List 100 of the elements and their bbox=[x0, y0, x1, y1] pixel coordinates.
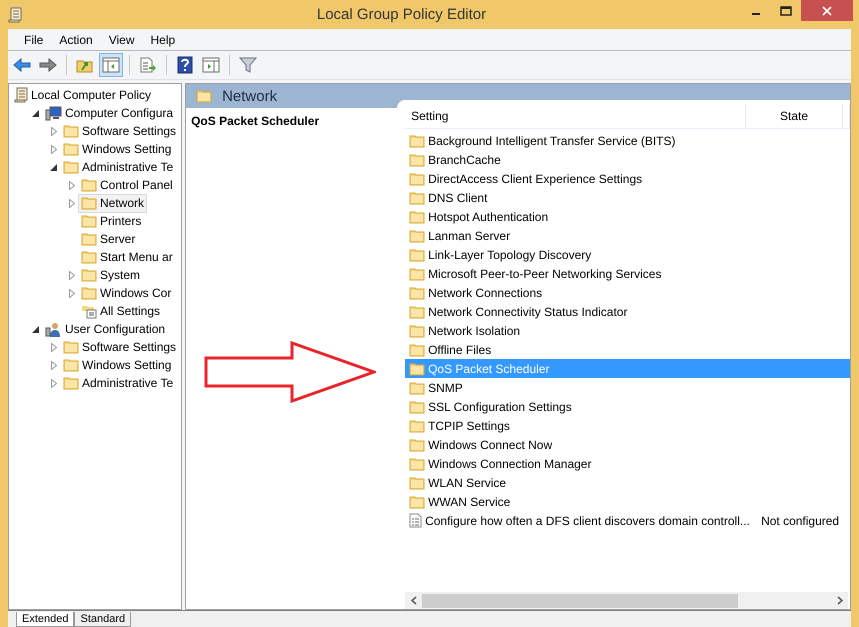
list-row[interactable]: Hotspot Authentication bbox=[405, 207, 850, 226]
tree-item[interactable]: Software Settings bbox=[60, 338, 180, 356]
horizontal-scrollbar[interactable] bbox=[405, 592, 848, 609]
tree-item[interactable]: User Configuration bbox=[42, 320, 168, 338]
expanded-icon[interactable] bbox=[50, 164, 57, 170]
list-row[interactable]: BranchCache bbox=[405, 150, 850, 169]
tree-item[interactable]: Windows Setting bbox=[60, 356, 174, 374]
list-row[interactable]: SSL Configuration Settings bbox=[405, 397, 850, 416]
list-row[interactable]: Network Isolation bbox=[405, 321, 850, 340]
list-row[interactable]: Link-Layer Topology Discovery bbox=[405, 245, 850, 264]
tree-item[interactable]: Windows Setting bbox=[60, 140, 174, 158]
setting-name: DirectAccess Client Experience Settings bbox=[428, 172, 642, 186]
collapsed-icon[interactable] bbox=[68, 270, 74, 280]
export-list-icon bbox=[139, 57, 157, 73]
collapsed-icon[interactable] bbox=[50, 144, 56, 154]
list-row[interactable]: Lanman Server bbox=[405, 226, 850, 245]
forward-arrow-icon bbox=[39, 58, 57, 72]
expanded-icon[interactable] bbox=[32, 110, 39, 116]
setting-name: Background Intelligent Transfer Service (BITS) bbox=[428, 134, 676, 148]
collapsed-icon[interactable] bbox=[50, 360, 56, 370]
tree-item[interactable]: System bbox=[78, 266, 144, 284]
folder-icon bbox=[81, 178, 97, 192]
setting-name: Network Isolation bbox=[428, 324, 520, 338]
menu-item[interactable]: View bbox=[100, 32, 142, 46]
menu-item[interactable]: Help bbox=[142, 32, 184, 46]
folder-icon bbox=[409, 152, 426, 166]
folder-icon bbox=[409, 304, 426, 318]
folder-icon bbox=[81, 232, 97, 246]
setting-name: BranchCache bbox=[428, 152, 501, 166]
tree-item[interactable]: Software Settings bbox=[60, 122, 180, 140]
folder-icon bbox=[409, 476, 426, 490]
collapsed-icon[interactable] bbox=[68, 198, 74, 208]
list-row[interactable]: Network Connectivity Status Indicator bbox=[405, 302, 850, 321]
collapsed-icon[interactable] bbox=[50, 342, 56, 352]
folder-icon bbox=[81, 268, 97, 282]
list-row[interactable]: SNMP bbox=[405, 378, 850, 397]
folder-icon bbox=[409, 380, 426, 394]
computer-icon bbox=[45, 106, 62, 120]
list-row[interactable]: DirectAccess Client Experience Settings bbox=[405, 169, 850, 188]
folder-icon bbox=[409, 248, 426, 262]
scroll-left-icon[interactable] bbox=[410, 596, 417, 605]
column-header[interactable]: State bbox=[746, 104, 843, 128]
menu-item[interactable]: File bbox=[16, 32, 52, 46]
tree-item[interactable]: Server bbox=[78, 230, 138, 248]
view-tab[interactable]: Standard bbox=[74, 612, 132, 627]
collapsed-icon[interactable] bbox=[50, 378, 56, 388]
list-row[interactable]: Configure how often a DFS client discovers domain controll... Not configured bbox=[405, 511, 850, 530]
properties-icon bbox=[202, 57, 220, 73]
toolbar-button[interactable] bbox=[99, 53, 123, 77]
folder-icon bbox=[81, 196, 97, 210]
folder-icon bbox=[81, 250, 97, 264]
tree-item[interactable]: Printers bbox=[78, 212, 144, 230]
list-row[interactable]: Offline Files bbox=[405, 340, 850, 359]
list-row[interactable]: Background Intelligent Transfer Service (BITS) bbox=[405, 131, 850, 150]
list-row[interactable]: TCPIP Settings bbox=[405, 416, 850, 435]
tree-item[interactable]: Windows Cor bbox=[78, 284, 174, 302]
folder-icon bbox=[81, 286, 97, 300]
folder-icon bbox=[409, 210, 426, 224]
tree-item[interactable]: Administrative Te bbox=[60, 374, 176, 392]
list-row[interactable]: DNS Client bbox=[405, 188, 850, 207]
header-title: Network bbox=[222, 88, 278, 104]
tree-item[interactable]: Control Panel bbox=[78, 176, 176, 194]
view-tab[interactable]: Extended bbox=[16, 612, 74, 627]
setting-name: TCPIP Settings bbox=[428, 418, 510, 432]
collapsed-icon[interactable] bbox=[68, 288, 74, 298]
list-row[interactable]: WLAN Service bbox=[405, 473, 850, 492]
scroll-right-icon[interactable] bbox=[836, 596, 842, 605]
minimize-icon bbox=[752, 12, 760, 14]
setting-name: Hotspot Authentication bbox=[428, 210, 548, 224]
panel-toggle-icon bbox=[102, 57, 120, 73]
collapsed-icon[interactable] bbox=[50, 126, 56, 136]
tree-item[interactable]: Administrative Te bbox=[60, 158, 176, 176]
folder-icon bbox=[409, 418, 426, 432]
tree-item[interactable]: Start Menu ar bbox=[78, 248, 176, 266]
collapsed-icon[interactable] bbox=[68, 180, 74, 190]
list-row[interactable]: Network Connections bbox=[405, 283, 850, 302]
setting-name: Network Connectivity Status Indicator bbox=[428, 304, 628, 318]
tree-item[interactable]: Network bbox=[78, 194, 148, 212]
menu-item[interactable]: Action bbox=[51, 32, 101, 46]
scroll-thumb[interactable] bbox=[422, 594, 738, 608]
folder-icon bbox=[409, 362, 426, 376]
list-row[interactable]: Windows Connect Now bbox=[405, 435, 850, 454]
folder-icon bbox=[409, 324, 426, 338]
tree-item[interactable]: All Settings bbox=[78, 302, 164, 320]
close-icon bbox=[822, 6, 832, 16]
app-icon bbox=[8, 6, 22, 22]
setting-name: Offline Files bbox=[428, 342, 492, 356]
tree-item[interactable]: Computer Configura bbox=[42, 104, 176, 122]
list-row[interactable]: Windows Connection Manager bbox=[405, 454, 850, 473]
folder-icon bbox=[409, 190, 426, 204]
folder-icon bbox=[196, 89, 212, 103]
list-row[interactable]: WWAN Service bbox=[405, 492, 850, 511]
tree-item[interactable]: Local Computer Policy bbox=[11, 86, 154, 104]
close-button[interactable] bbox=[801, 0, 853, 21]
column-header[interactable]: Setting bbox=[405, 104, 746, 128]
setting-name: Network Connections bbox=[428, 286, 542, 300]
help-icon bbox=[177, 56, 193, 74]
list-row[interactable]: Microsoft Peer-to-Peer Networking Services bbox=[405, 264, 850, 283]
expanded-icon[interactable] bbox=[32, 326, 39, 332]
folder-icon bbox=[409, 494, 426, 508]
